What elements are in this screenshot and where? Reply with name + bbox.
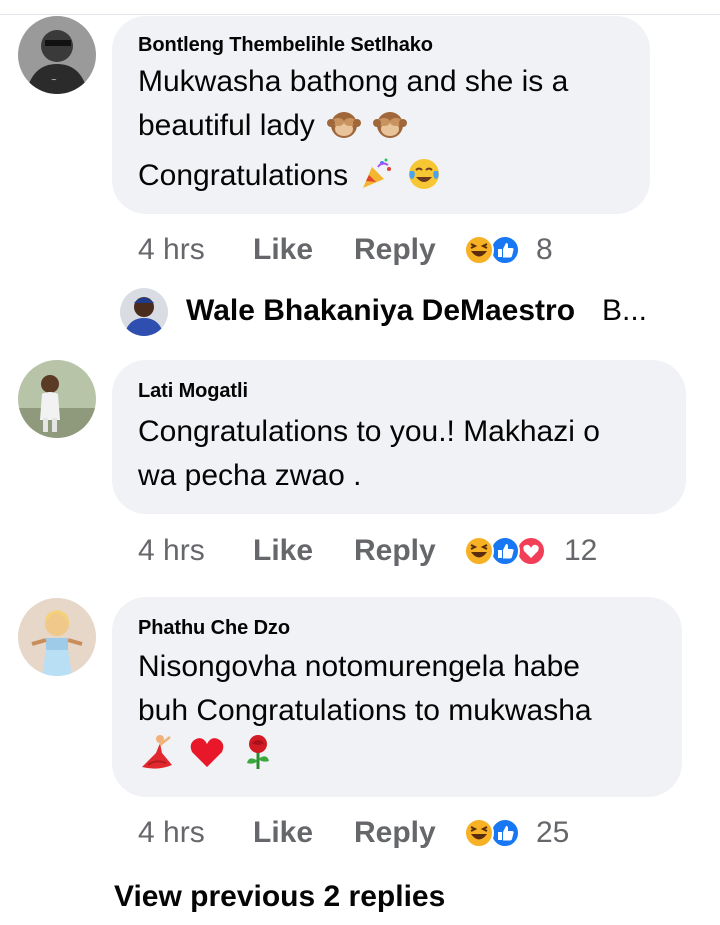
- avatar[interactable]: ~: [18, 16, 96, 94]
- view-previous-replies-link[interactable]: View previous 2 replies: [114, 880, 445, 914]
- love-reaction-icon: [516, 536, 546, 566]
- reply-preview-text: B...: [602, 294, 648, 327]
- see-no-evil-monkey-icon: [327, 107, 362, 154]
- like-button[interactable]: Like: [253, 813, 313, 853]
- haha-reaction-icon: [464, 818, 494, 848]
- avatar[interactable]: [18, 360, 96, 438]
- red-heart-icon: [188, 733, 226, 784]
- like-reaction-icon: [490, 235, 520, 265]
- comment-text: Mukwasha bathong and she is a beautiful …: [138, 60, 630, 204]
- reaction-count[interactable]: 8: [536, 230, 553, 270]
- tears-of-joy-icon: [407, 157, 441, 204]
- reaction-count[interactable]: 12: [564, 531, 597, 571]
- party-popper-icon: [360, 157, 394, 204]
- svg-text:~: ~: [51, 76, 57, 84]
- comment-bubble[interactable]: Lati Mogatli Congratulations to you.! Ma…: [112, 360, 686, 514]
- reply-button[interactable]: Reply: [354, 813, 436, 853]
- avatar[interactable]: [120, 288, 168, 336]
- reactions-summary[interactable]: [462, 536, 552, 566]
- comment-text: Nisongovha notomurengela habe buh Congra…: [138, 645, 662, 777]
- comment-actions: 4 hrs Like Reply 12: [138, 531, 618, 571]
- reply-button[interactable]: Reply: [354, 531, 436, 571]
- comment-author[interactable]: Phathu Che Dzo: [138, 617, 290, 640]
- see-no-evil-monkey-icon: [373, 107, 408, 154]
- dancer-icon: [138, 733, 176, 784]
- like-button[interactable]: Like: [253, 531, 313, 571]
- like-reaction-icon: [490, 536, 520, 566]
- comment-author[interactable]: Lati Mogatli: [138, 380, 248, 403]
- like-button[interactable]: Like: [253, 230, 313, 270]
- reply-preview[interactable]: Wale Bhakaniya DeMaestro B...: [120, 288, 700, 336]
- top-divider: [0, 14, 720, 15]
- comment-timestamp[interactable]: 4 hrs: [138, 813, 205, 853]
- comment-text: Congratulations to you.! Makhazi o wa pe…: [138, 415, 600, 492]
- reactions-summary[interactable]: [462, 235, 526, 265]
- comment-timestamp[interactable]: 4 hrs: [138, 531, 205, 571]
- comment-bubble[interactable]: Phathu Che Dzo Nisongovha notomurengela …: [112, 597, 682, 797]
- comment-actions: 4 hrs Like Reply 8: [138, 230, 588, 270]
- haha-reaction-icon: [464, 235, 494, 265]
- comment-bubble[interactable]: Bontleng Thembelihle Setlhako Mukwasha b…: [112, 16, 650, 214]
- reply-author[interactable]: Wale Bhakaniya DeMaestro: [186, 294, 575, 328]
- comment-author[interactable]: Bontleng Thembelihle Setlhako: [138, 34, 433, 57]
- like-reaction-icon: [490, 818, 520, 848]
- reaction-count[interactable]: 25: [536, 813, 569, 853]
- reply-button[interactable]: Reply: [354, 230, 436, 270]
- comment-actions: 4 hrs Like Reply 25: [138, 813, 588, 853]
- haha-reaction-icon: [464, 536, 494, 566]
- comment-timestamp[interactable]: 4 hrs: [138, 230, 205, 270]
- rose-icon: [239, 733, 277, 784]
- avatar[interactable]: [18, 598, 96, 676]
- reactions-summary[interactable]: [462, 818, 526, 848]
